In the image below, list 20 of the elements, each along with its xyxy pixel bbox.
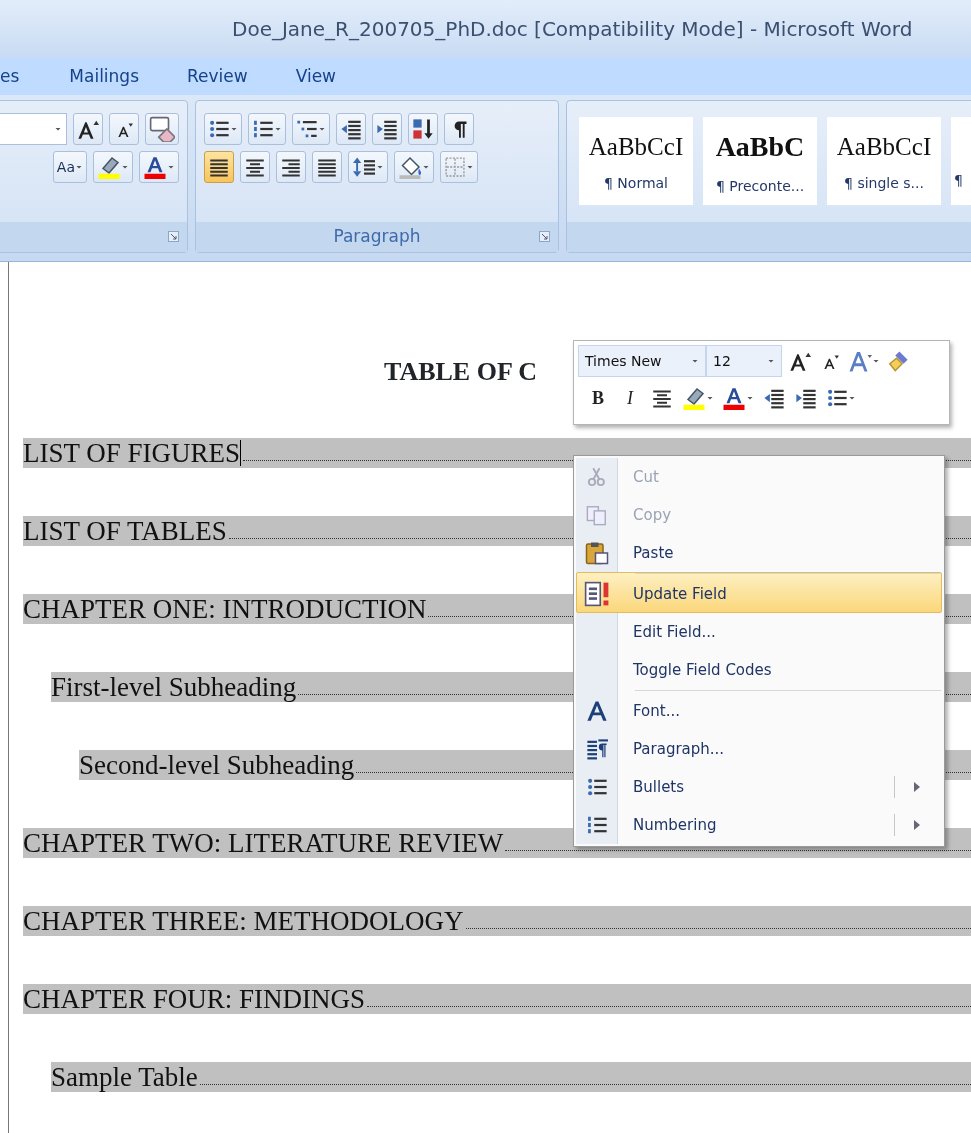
group-label: Paragraph [333,225,421,249]
menu-item-label: Edit Field... [632,621,717,643]
window-title: Doe_Jane_R_200705_PhD.doc [Compatibility Mode] - Microsoft Word [232,16,913,43]
style-name: ¶ single s... [844,174,924,194]
menu-item-label: Toggle Field Codes [632,659,773,681]
style-sample: AaBbCcI [588,131,684,162]
document-heading: TABLE OF C [384,357,538,386]
menu-item-label: Numbering [632,814,718,836]
menu-item-label: Bullets [632,776,686,798]
style-sample: AaBbCcI [836,131,932,162]
menu-item-label: Paste [632,542,675,564]
menu-item-label: Paragraph... [632,738,726,760]
menu-item-label: Update Field [632,583,728,605]
style-name: ¶ Normal [604,174,668,194]
style-sample: AaBbC [715,129,805,164]
menu-item-label: Copy [632,504,673,526]
menu-item-label: Cut [632,466,660,488]
style-name: ¶ Preconte... [715,176,805,196]
style-name: ¶ [954,170,963,190]
menu-item-label: Font... [632,700,681,722]
